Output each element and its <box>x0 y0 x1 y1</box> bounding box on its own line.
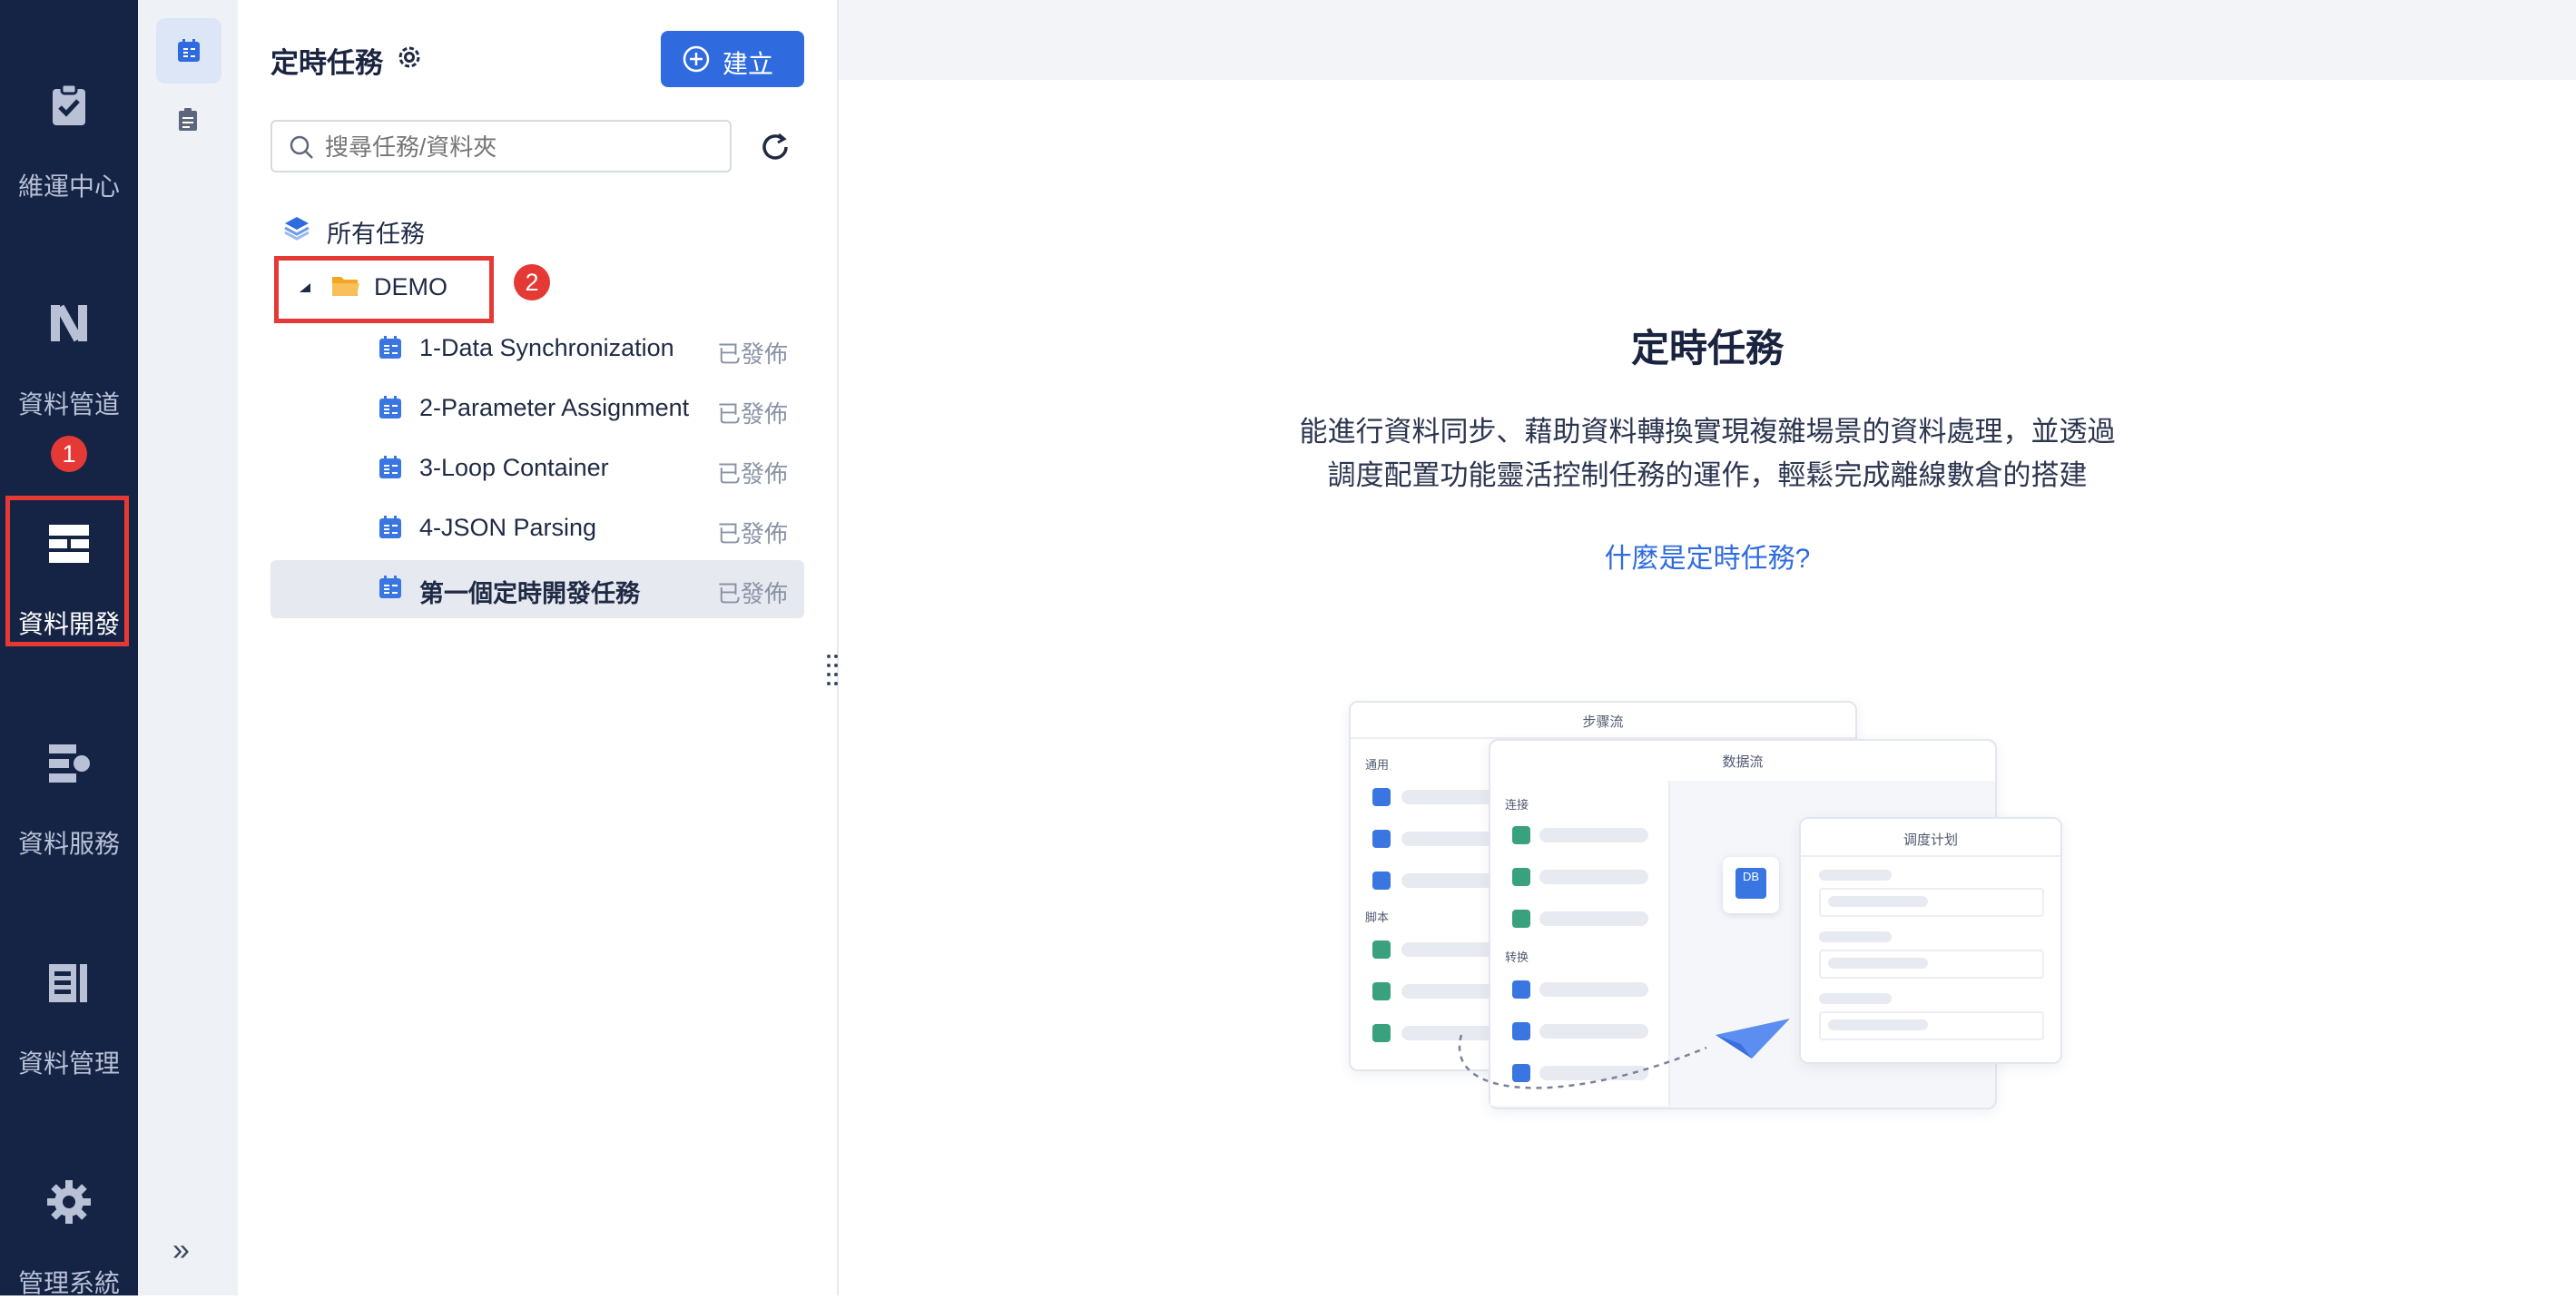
main-top-bar <box>839 0 2576 80</box>
gear-icon <box>47 1180 91 1224</box>
rail-task-list-button[interactable] <box>156 87 221 153</box>
task-item-selected[interactable]: 第一個定時開發任務 已發佈 <box>270 560 804 618</box>
nav-label: 管理系統 <box>17 1269 120 1297</box>
plus-circle-icon <box>683 45 710 73</box>
node-tile-icon <box>1512 868 1530 886</box>
settings-icon[interactable] <box>396 44 423 71</box>
illustration-section-label: 转换 <box>1505 950 1529 964</box>
help-link-label: 什麼是定時任務? <box>1604 544 1811 574</box>
node-tile-icon <box>1512 910 1530 928</box>
node-tile-icon <box>1372 788 1391 806</box>
sub-rail: » <box>138 0 239 1295</box>
illustration-section-label: 脚本 <box>1365 911 1390 924</box>
illustration-card-title: 调度计划 <box>1903 832 1958 848</box>
empty-state-desc-line2: 調度配置功能靈活控制任務的運作，輕鬆完成離線數倉的搭建 <box>1327 459 2088 491</box>
illustration-card-title: 数据流 <box>1722 754 1764 770</box>
task-name: 2-Parameter Assignment <box>419 394 690 421</box>
scheduled-task-icon <box>379 396 401 419</box>
nav-item-admin[interactable]: 管理系統 <box>0 1151 138 1297</box>
search-input[interactable] <box>323 129 708 165</box>
nav-label: 資料管道 <box>17 390 120 419</box>
create-button-label: 建立 <box>723 50 774 78</box>
node-tile-icon <box>1372 830 1391 848</box>
callout-badge-2: 2 <box>514 264 550 300</box>
search-field[interactable] <box>270 120 732 172</box>
callout-badge-1: 1 <box>51 436 87 472</box>
paper-plane-icon <box>1458 1019 1790 1089</box>
illustration-card-title: 步骤流 <box>1582 714 1624 730</box>
db-node: DB <box>1723 857 1779 913</box>
task-tree-panel <box>238 0 839 1295</box>
create-button[interactable]: 建立 <box>661 31 804 87</box>
task-status: 已發佈 <box>716 400 788 428</box>
node-tile-icon <box>1372 1024 1391 1042</box>
data-service-icon <box>49 744 90 783</box>
illustration-section-label: 通用 <box>1365 758 1390 772</box>
illustration-schedule-card: 调度计划 <box>1799 817 2062 1064</box>
empty-state-title: 定時任務 <box>1630 327 1784 369</box>
scheduled-task-icon <box>178 39 200 62</box>
rail-scheduled-task-button[interactable] <box>156 18 221 84</box>
task-status: 已發佈 <box>716 580 788 607</box>
task-name: 3-Loop Container <box>419 454 609 481</box>
main-nav: 維運中心 資料管道 資料開發 資料服務 資料管理 管理系統 <box>0 0 138 1297</box>
task-item[interactable]: 3-Loop Container 已發佈 <box>270 440 804 498</box>
task-status: 已發佈 <box>716 460 788 488</box>
pipeline-icon <box>51 304 87 342</box>
nav-label: 資料服務 <box>17 830 120 858</box>
search-icon <box>290 135 313 159</box>
task-item[interactable]: 4-JSON Parsing 已發佈 <box>270 500 804 558</box>
task-item[interactable]: 1-Data Synchronization 已發佈 <box>270 320 804 379</box>
task-name: 4-JSON Parsing <box>419 514 597 541</box>
refresh-icon[interactable] <box>759 131 791 163</box>
node-tile-icon <box>1372 982 1391 1000</box>
task-status: 已發佈 <box>716 340 788 368</box>
resize-handle-icon[interactable] <box>826 652 839 688</box>
layers-icon <box>284 217 310 241</box>
highlight-box-folder <box>274 256 494 323</box>
node-tile-icon <box>1372 941 1391 959</box>
task-status: 已發佈 <box>716 520 788 547</box>
collapse-button[interactable]: » <box>172 1233 190 1268</box>
all-tasks-label: 所有任務 <box>327 221 425 248</box>
nav-item-pipeline[interactable]: 資料管道 <box>0 272 138 419</box>
scheduled-task-icon <box>379 456 401 478</box>
task-name: 第一個定時開發任務 <box>419 580 640 607</box>
scheduled-task-icon <box>379 576 401 598</box>
nav-label: 資料管理 <box>17 1049 120 1078</box>
panel-title: 定時任務 <box>270 47 383 79</box>
node-tile-icon <box>1512 826 1530 844</box>
help-link[interactable]: 什麼是定時任務? <box>839 536 2576 576</box>
clipboard-check-icon <box>53 83 85 125</box>
nav-item-data-manage[interactable]: 資料管理 <box>0 931 138 1078</box>
task-item[interactable]: 2-Parameter Assignment 已發佈 <box>270 380 804 438</box>
scheduled-task-icon <box>379 336 401 359</box>
db-node-label: DB <box>1735 868 1766 899</box>
highlight-box-nav <box>5 496 129 646</box>
nav-item-data-service[interactable]: 資料服務 <box>0 712 138 858</box>
task-name: 1-Data Synchronization <box>419 334 674 361</box>
nav-label: 維運中心 <box>17 172 120 201</box>
data-manage-icon <box>49 964 87 1002</box>
empty-state-desc-line1: 能進行資料同步、藉助資料轉換實現複雜場景的資料處理，並透過 <box>1299 416 2116 448</box>
node-tile-icon <box>1512 980 1530 999</box>
illustration-section-label: 连接 <box>1505 798 1529 812</box>
node-tile-icon <box>1372 872 1391 890</box>
all-tasks-item[interactable]: 所有任務 <box>270 202 804 254</box>
nav-item-ops-center[interactable]: 維運中心 <box>0 54 138 201</box>
task-list-icon <box>179 108 197 131</box>
scheduled-task-icon <box>379 516 401 538</box>
